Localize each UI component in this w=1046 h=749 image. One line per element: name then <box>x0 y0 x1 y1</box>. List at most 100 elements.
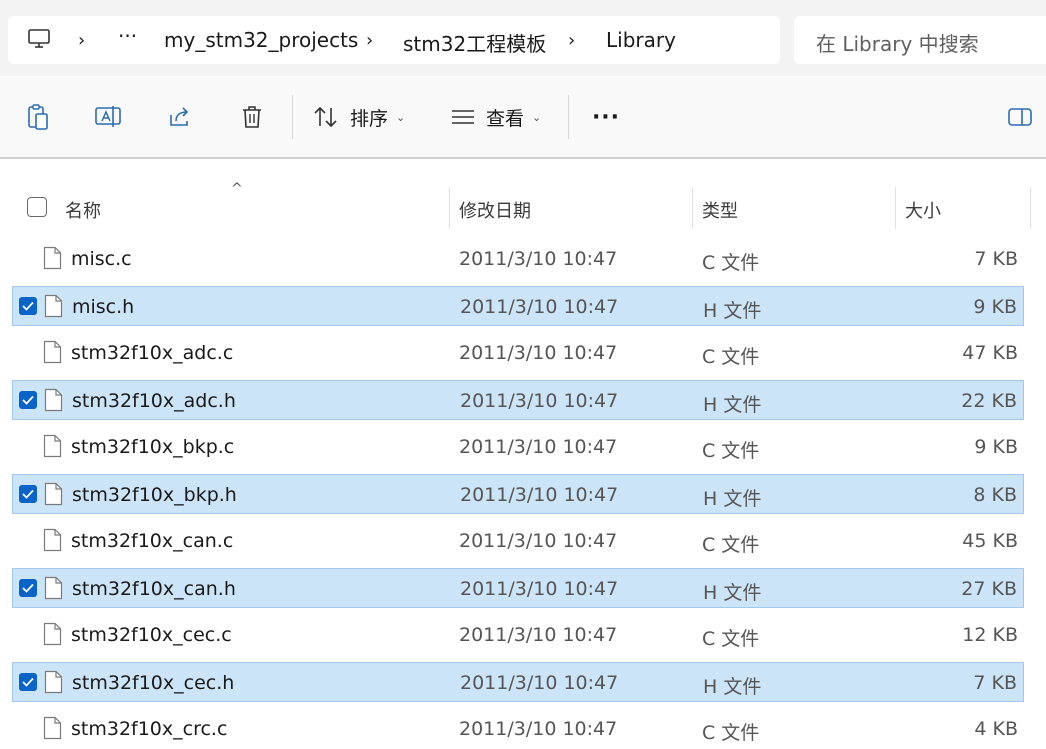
file-row[interactable]: stm32f10x_can.h 2011/3/10 10:47 H 文件 27 KB <box>12 568 1024 608</box>
toolbar-divider <box>292 95 293 139</box>
row-checkbox[interactable] <box>19 673 37 691</box>
file-size: 7 KB <box>973 672 1017 694</box>
select-all-checkbox[interactable] <box>27 197 47 217</box>
details-pane-button[interactable] <box>1002 95 1038 139</box>
computer-icon[interactable] <box>27 28 51 54</box>
paste-button[interactable] <box>16 95 60 139</box>
delete-button[interactable] <box>230 95 274 139</box>
chevron-down-icon: ⌄ <box>532 110 542 124</box>
clipboard-icon <box>28 104 48 130</box>
breadcrumb-item-template[interactable]: stm32工程模板 <box>403 28 546 57</box>
address-bar-area: › ··· my_stm32_projects › stm32工程模板 › Li… <box>0 0 1046 76</box>
file-date: 2011/3/10 10:47 <box>460 578 619 600</box>
command-bar: 排序 ⌄ 查看 ⌄ ··· <box>0 77 1046 159</box>
more-options-button[interactable]: ··· <box>584 95 628 139</box>
more-icon: ··· <box>591 104 621 130</box>
column-type[interactable]: 类型 <box>702 197 738 223</box>
column-date[interactable]: 修改日期 <box>459 197 531 223</box>
file-type: H 文件 <box>703 582 762 604</box>
file-date: 2011/3/10 10:47 <box>459 436 618 458</box>
column-divider[interactable] <box>895 187 896 229</box>
file-name[interactable]: stm32f10x_can.c <box>71 530 233 552</box>
row-checkbox[interactable] <box>19 485 37 503</box>
file-name[interactable]: misc.c <box>71 248 132 270</box>
column-divider[interactable] <box>449 187 450 229</box>
file-size: 9 KB <box>974 436 1018 458</box>
file-row[interactable]: stm32f10x_cec.c 2011/3/10 10:47 C 文件 12 KB <box>12 615 1024 655</box>
file-icon <box>43 340 62 364</box>
file-icon <box>43 622 62 646</box>
file-row[interactable]: misc.c 2011/3/10 10:47 C 文件 7 KB <box>12 239 1024 279</box>
column-divider[interactable] <box>692 187 693 229</box>
row-checkbox[interactable] <box>19 579 37 597</box>
details-pane-icon <box>1008 108 1032 126</box>
file-date: 2011/3/10 10:47 <box>460 672 619 694</box>
file-name[interactable]: stm32f10x_can.h <box>72 578 236 600</box>
column-name[interactable]: 名称 <box>65 197 101 223</box>
file-date: 2011/3/10 10:47 <box>459 342 618 364</box>
view-icon <box>452 110 474 124</box>
row-checkbox[interactable] <box>19 297 37 315</box>
file-icon <box>44 670 63 694</box>
file-row[interactable]: misc.h 2011/3/10 10:47 H 文件 9 KB <box>12 286 1024 326</box>
file-row[interactable]: stm32f10x_bkp.h 2011/3/10 10:47 H 文件 8 KB <box>12 474 1024 514</box>
column-divider[interactable] <box>1030 187 1031 229</box>
file-size: 27 KB <box>961 578 1017 600</box>
file-row[interactable]: stm32f10x_cec.h 2011/3/10 10:47 H 文件 7 KB <box>12 662 1024 702</box>
file-name[interactable]: stm32f10x_crc.c <box>71 718 227 740</box>
file-type: C 文件 <box>702 534 760 556</box>
file-row[interactable]: stm32f10x_bkp.c 2011/3/10 10:47 C 文件 9 KB <box>12 427 1024 467</box>
share-icon <box>170 107 189 126</box>
file-type: H 文件 <box>703 300 762 322</box>
file-size: 12 KB <box>962 624 1018 646</box>
breadcrumb-overflow-button[interactable]: ··· <box>118 24 137 48</box>
file-icon <box>43 434 62 458</box>
breadcrumb-chevron-icon: › <box>568 30 576 51</box>
sort-indicator-icon: ^ <box>231 181 243 197</box>
breadcrumb[interactable]: › ··· my_stm32_projects › stm32工程模板 › Li… <box>8 16 780 64</box>
file-icon <box>43 716 62 740</box>
view-button[interactable]: 查看 ⌄ <box>450 95 556 139</box>
share-button[interactable] <box>158 95 202 139</box>
file-name[interactable]: stm32f10x_bkp.c <box>71 436 234 458</box>
file-size: 7 KB <box>974 248 1018 270</box>
breadcrumb-chevron-icon: › <box>78 30 86 51</box>
file-name[interactable]: stm32f10x_adc.h <box>72 390 236 412</box>
file-name[interactable]: misc.h <box>72 296 134 318</box>
file-icon <box>44 388 63 412</box>
file-size: 47 KB <box>962 342 1018 364</box>
file-date: 2011/3/10 10:47 <box>460 296 619 318</box>
file-size: 4 KB <box>974 718 1018 740</box>
file-name[interactable]: stm32f10x_cec.h <box>72 672 234 694</box>
search-input[interactable]: 在 Library 中搜索 <box>794 16 1046 64</box>
file-type: H 文件 <box>703 394 762 416</box>
file-icon <box>44 294 63 318</box>
file-size: 22 KB <box>961 390 1017 412</box>
file-date: 2011/3/10 10:47 <box>459 624 618 646</box>
list-spacer <box>0 159 1046 187</box>
file-type: C 文件 <box>702 722 760 744</box>
file-type: C 文件 <box>702 346 760 368</box>
file-name[interactable]: stm32f10x_bkp.h <box>72 484 237 506</box>
file-type: C 文件 <box>702 252 760 274</box>
file-row[interactable]: stm32f10x_adc.c 2011/3/10 10:47 C 文件 47 KB <box>12 333 1024 373</box>
breadcrumb-item-projects[interactable]: my_stm32_projects <box>164 28 358 52</box>
toolbar-divider <box>568 95 569 139</box>
file-date: 2011/3/10 10:47 <box>459 718 618 740</box>
file-size: 8 KB <box>973 484 1017 506</box>
column-size[interactable]: 大小 <box>905 197 941 223</box>
file-name[interactable]: stm32f10x_cec.c <box>71 624 232 646</box>
breadcrumb-item-library[interactable]: Library <box>606 28 676 52</box>
file-date: 2011/3/10 10:47 <box>460 484 619 506</box>
file-row[interactable]: stm32f10x_crc.c 2011/3/10 10:47 C 文件 4 KB <box>12 709 1024 749</box>
file-row[interactable]: stm32f10x_adc.h 2011/3/10 10:47 H 文件 22 KB <box>12 380 1024 420</box>
sort-button[interactable]: 排序 ⌄ <box>312 95 418 139</box>
row-checkbox[interactable] <box>19 391 37 409</box>
sort-icon <box>314 106 337 128</box>
file-date: 2011/3/10 10:47 <box>460 390 619 412</box>
rename-button[interactable] <box>86 95 130 139</box>
file-row[interactable]: stm32f10x_can.c 2011/3/10 10:47 C 文件 45 KB <box>12 521 1024 561</box>
file-type: H 文件 <box>703 488 762 510</box>
file-name[interactable]: stm32f10x_adc.c <box>71 342 233 364</box>
file-icon <box>43 246 62 270</box>
